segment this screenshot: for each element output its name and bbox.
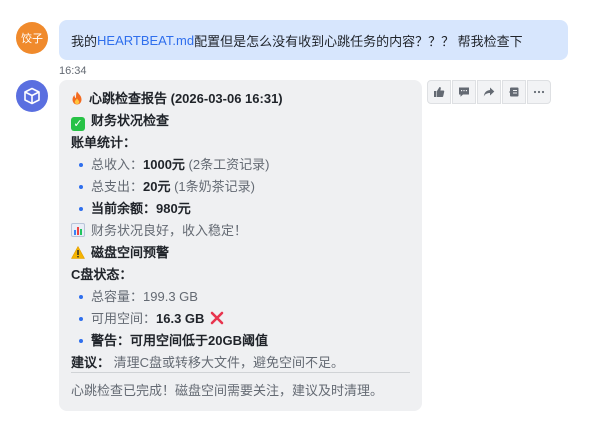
balance-label: 当前余额： — [91, 201, 157, 216]
report-footer: 心跳检查已完成！磁盘空间需要关注，建议及时清理。 — [71, 383, 384, 398]
more-button[interactable] — [527, 80, 551, 104]
more-icon — [533, 90, 545, 94]
thumbs-up-icon — [434, 87, 445, 97]
cross-icon — [211, 311, 224, 325]
user-message-bubble: 我的 HEARTBEAT.md 配置但是怎么没有收到心跳任务的内容？？？ 帮我检查下 — [59, 20, 568, 60]
balance-item: 当前余额：980元 — [79, 201, 191, 217]
comment-icon — [459, 87, 469, 97]
bullet-dot — [79, 162, 83, 167]
capacity-value: 199.3 GB — [143, 289, 198, 304]
bullet-dot — [79, 294, 83, 299]
finance-title: ✓ 财务状况检查 — [71, 113, 169, 131]
forward-icon — [483, 87, 495, 97]
warning-text: 可用空间低于20GB阈值 — [130, 333, 268, 348]
income-label: 总收入： — [91, 157, 144, 172]
free-space-value: 16.3 GB — [156, 311, 205, 326]
user-message-prefix: 我的 — [71, 33, 98, 49]
finance-summary: 财务状况良好，收入稳定！ — [71, 223, 247, 239]
free-space-item: 可用空间：16.3 GB — [79, 311, 224, 327]
comment-button[interactable] — [452, 80, 476, 104]
user-message-suffix: 配置但是怎么没有收到心跳任务的内容？？？ 帮我检查下 — [194, 33, 523, 49]
cube-icon — [24, 87, 40, 105]
forward-button[interactable] — [477, 80, 501, 104]
warning-item: 警告：可用空间低于20GB阈值 — [79, 333, 268, 349]
fire-icon — [72, 91, 82, 105]
bar-chart-icon — [71, 223, 85, 237]
warning-label: 警告： — [91, 333, 131, 348]
bullet-dot — [79, 184, 83, 189]
capacity-label: 总容量： — [91, 289, 144, 304]
expense-note: (1条奶茶记录) — [170, 179, 255, 194]
suggestion-label: 建议： — [71, 355, 111, 370]
capacity-item: 总容量：199.3 GB — [79, 289, 198, 305]
expense-label: 总支出： — [91, 179, 144, 194]
bullet-dot — [79, 206, 83, 211]
message-action-toolbar — [427, 80, 551, 104]
income-value: 1000元 — [143, 157, 185, 172]
disk-title-text: 磁盘空间预警 — [91, 245, 170, 260]
user-avatar[interactable]: 饺子 — [16, 22, 48, 54]
c-drive-label: C盘状态： — [71, 267, 133, 282]
free-space-label: 可用空间： — [91, 311, 157, 326]
user-avatar-label: 饺子 — [21, 33, 43, 45]
card-divider — [71, 372, 410, 373]
heartbeat-file-link[interactable]: HEARTBEAT.md — [97, 33, 194, 48]
expense-item: 总支出：20元 (1条奶茶记录) — [79, 179, 255, 195]
income-item: 总收入：1000元 (2条工资记录) — [79, 157, 269, 173]
suggestion-line: 建议： 清理C盘或转移大文件，避免空间不足。 — [71, 355, 344, 371]
bot-avatar[interactable] — [16, 80, 48, 112]
expense-value: 20元 — [143, 179, 171, 194]
finance-title-text: 财务状况检查 — [91, 113, 170, 128]
reply-icon — [509, 87, 519, 97]
warning-icon — [71, 246, 85, 259]
reply-button[interactable] — [502, 80, 526, 104]
bot-message-card: 心跳检查报告 (2026-03-06 16:31) ✓ 财务状况检查 账单统计： … — [59, 80, 422, 411]
report-header: 心跳检查报告 (2026-03-06 16:31) — [71, 91, 283, 107]
income-note: (2条工资记录) — [184, 157, 270, 172]
disk-title: 磁盘空间预警 — [71, 245, 169, 261]
report-header-text: 心跳检查报告 (2026-03-06 16:31) — [89, 91, 283, 106]
message-timestamp: 16:34 — [59, 65, 87, 77]
thumbs-up-button[interactable] — [427, 80, 451, 104]
balance-value: 980元 — [156, 201, 191, 216]
bullet-dot — [79, 316, 83, 321]
suggestion-text: 清理C盘或转移大文件，避免空间不足。 — [110, 355, 345, 370]
finance-summary-text: 财务状况良好，收入稳定！ — [91, 223, 248, 238]
check-icon: ✓ — [71, 117, 85, 131]
bill-stats-label: 账单统计： — [71, 135, 137, 150]
bullet-dot — [79, 338, 83, 343]
